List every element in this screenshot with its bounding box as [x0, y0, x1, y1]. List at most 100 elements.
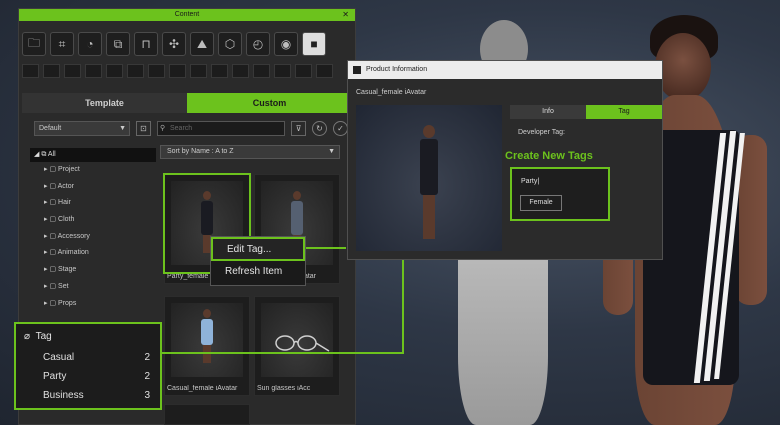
panel-title: Content [174, 11, 200, 18]
category-slot[interactable] [106, 64, 123, 78]
gamepad-icon[interactable]: ◉ [274, 32, 298, 56]
tag-editor: Party| Female [510, 167, 610, 221]
category-slot[interactable] [274, 64, 291, 78]
developer-tag-label: Developer Tag: [518, 129, 565, 136]
tag-count: 2 [144, 371, 150, 382]
folder-add-icon[interactable]: ⊡ [136, 121, 151, 136]
search-placeholder: Search [170, 125, 193, 132]
category-slot[interactable] [148, 64, 165, 78]
folder-icon[interactable]: 🗀 [22, 32, 46, 56]
product-tabs: Info Tag [510, 105, 662, 119]
tab-info[interactable]: Info [510, 105, 586, 119]
tree-item-hair[interactable]: ▸ ▢ Hair [30, 195, 156, 212]
menu-item-refresh-item[interactable]: Refresh Item [211, 261, 305, 285]
sunglasses-icon [275, 335, 330, 352]
tab-custom[interactable]: Custom [187, 93, 352, 113]
tree-item-label: Actor [57, 182, 74, 190]
thumbnail-partial[interactable] [164, 404, 250, 425]
square-icon[interactable]: ■ [302, 32, 326, 56]
category-slot[interactable] [169, 64, 186, 78]
tree-item-project[interactable]: ▸ ▢ Project [30, 162, 156, 179]
tab-template[interactable]: Template [22, 93, 187, 113]
category-slot[interactable] [211, 64, 228, 78]
create-new-tags-callout: Create New Tags [505, 150, 593, 162]
tree-item-label: Set [58, 282, 69, 290]
body-icon[interactable]: ⌗ [50, 32, 74, 56]
category-slot[interactable] [232, 64, 249, 78]
tree-item-label: Project [58, 166, 80, 173]
pie-icon[interactable]: ◴ [246, 32, 270, 56]
filter-icon[interactable]: ⊽ [291, 121, 306, 136]
accessory-icon[interactable]: ⬡ [218, 32, 242, 56]
chair-icon[interactable]: ⊓ [134, 32, 158, 56]
thumbnail-casual-female[interactable]: Casual_female iAvatar [164, 296, 250, 396]
tree-item-label: Animation [57, 249, 89, 257]
clothing-icon[interactable]: ⧉ [106, 32, 130, 56]
tree-item-stage[interactable]: ▸ ▢ Stage [30, 262, 156, 279]
tag-chip-female[interactable]: Female [520, 195, 562, 211]
menu-item-edit-tag[interactable]: Edit Tag... [211, 237, 305, 261]
tree-item-actor[interactable]: ▸ ▢ Actor [30, 179, 156, 196]
tree-root-label: All [47, 151, 56, 158]
dialog-title: Product Information [366, 66, 428, 73]
tree-item-label: Hair [58, 199, 71, 207]
pose-icon[interactable]: ✣ [162, 32, 186, 56]
category-slot[interactable] [316, 64, 333, 78]
tree-item-cloth[interactable]: ▸ ▢ Cloth [30, 212, 156, 229]
folder-icon: ▸ ▢ [44, 232, 58, 240]
thumbnail-image [171, 303, 243, 377]
close-icon[interactable]: ✕ [342, 9, 349, 21]
tree-item-label: Stage [58, 266, 77, 274]
search-input[interactable]: ⚲ Search [157, 121, 285, 136]
tree-item-all[interactable]: ◢ ⧉ All [30, 148, 156, 162]
thumbnail-sunglasses[interactable]: Sun glasses iAcc [254, 296, 340, 396]
sort-dropdown[interactable]: Sort by Name : A to Z ▼ [160, 145, 340, 159]
tab-tag[interactable]: Tag [586, 105, 662, 119]
thumbnail-caption: Casual_female iAvatar [167, 385, 238, 392]
tag-row-casual[interactable]: Casual 2 [16, 348, 160, 367]
content-tabs: Template Custom [22, 93, 352, 113]
folder-icon: ▸ ▢ [44, 299, 59, 307]
content-toolbar: 🗀 ⌗ ◔ ⧉ ⊓ ✣ ⛰ ⬡ ◴ ◉ ■ [22, 32, 326, 56]
category-slot[interactable] [253, 64, 270, 78]
category-slot[interactable] [22, 64, 39, 78]
category-slot[interactable] [43, 64, 60, 78]
tag-panel: ⌀ Tag Casual 2 Party 2 Business 3 [14, 322, 162, 410]
tag-name: Business [43, 390, 84, 401]
category-slot[interactable] [295, 64, 312, 78]
category-slot[interactable] [64, 64, 81, 78]
folder-icon: ▸ ▢ [44, 282, 59, 290]
folder-icon: ▸ ▢ [44, 216, 59, 224]
tag-header-label: Tag [35, 331, 52, 342]
tree-item-accessory[interactable]: ▸ ▢ Accessory [30, 229, 156, 246]
product-filename: Casual_female iAvatar [356, 89, 427, 96]
head-icon[interactable]: ◔ [78, 32, 102, 56]
category-slot[interactable] [190, 64, 207, 78]
tag-input[interactable]: Party| [518, 175, 606, 189]
check-icon[interactable]: ✓ [333, 121, 348, 136]
tag-name: Party [43, 371, 67, 382]
app-icon [353, 66, 361, 74]
thumbnail-image [261, 303, 333, 377]
tree-item-props[interactable]: ▸ ▢ Props [30, 296, 156, 313]
tag-row-business[interactable]: Business 3 [16, 386, 160, 405]
folder-icon: ▸ ▢ [44, 249, 58, 257]
chevron-down-icon: ▼ [119, 125, 126, 132]
tag-icon: ⌀ [24, 331, 31, 342]
category-slot[interactable] [85, 64, 102, 78]
image-icon[interactable]: ⛰ [190, 32, 214, 56]
dialog-titlebar: Product Information [348, 61, 662, 79]
library-dropdown[interactable]: Default ▼ [34, 121, 130, 136]
context-menu: Edit Tag... Refresh Item [210, 236, 306, 286]
category-slot[interactable] [127, 64, 144, 78]
folder-icon: ▸ ▢ [44, 166, 59, 173]
tree-item-set[interactable]: ▸ ▢ Set [30, 279, 156, 296]
tag-name: Casual [43, 352, 75, 363]
tree-item-animation[interactable]: ▸ ▢ Animation [30, 245, 156, 262]
search-icon: ⚲ [160, 125, 166, 132]
connector-line [306, 247, 346, 249]
tag-row-party[interactable]: Party 2 [16, 367, 160, 386]
refresh-icon[interactable]: ↻ [312, 121, 327, 136]
category-slots [22, 64, 333, 78]
tag-count: 2 [144, 352, 150, 363]
